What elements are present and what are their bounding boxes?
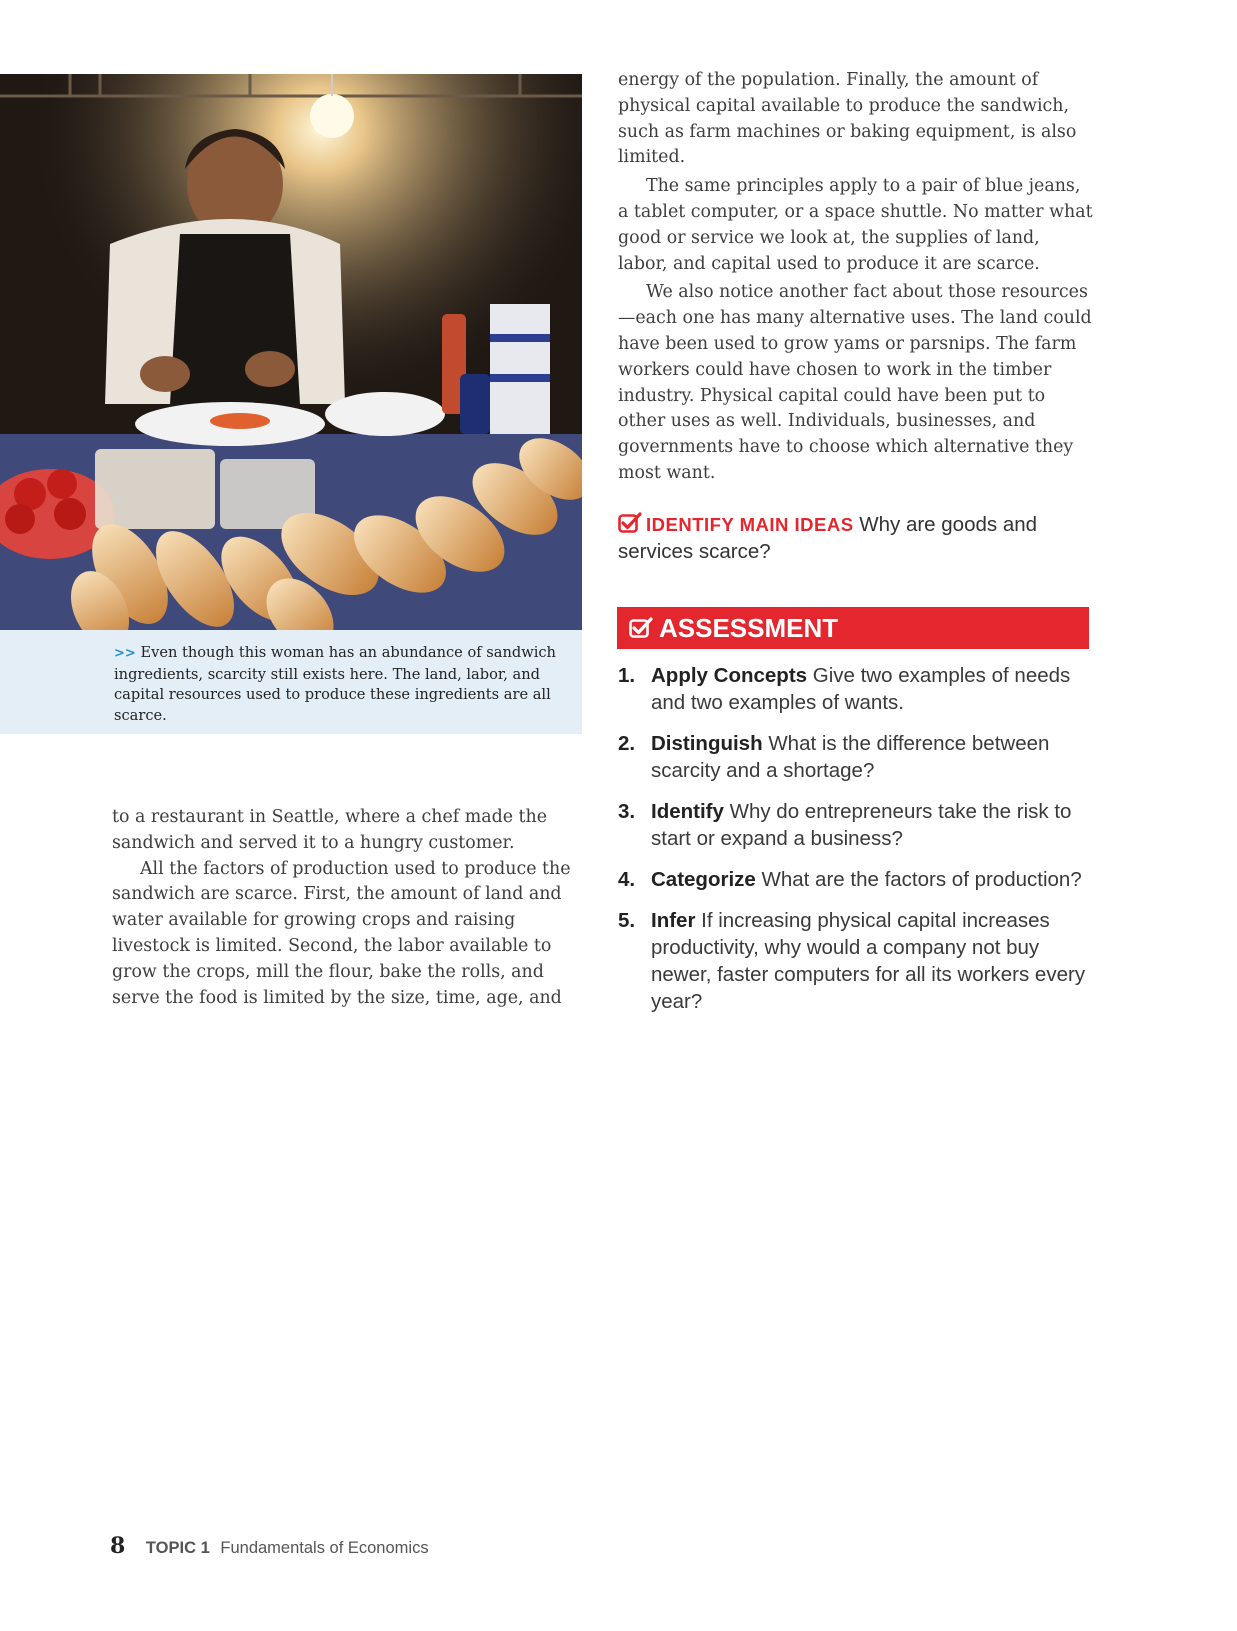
identify-tag: IDENTIFY MAIN IDEAS	[646, 514, 854, 535]
item-key: Categorize	[651, 868, 756, 891]
page-footer: 8 TOPIC 1 Fundamentals of Economics	[110, 1533, 429, 1559]
item-number: 4.	[618, 868, 636, 891]
checkbox-icon	[618, 512, 642, 534]
identify-main-ideas: IDENTIFY MAIN IDEAS Why are goods and se…	[618, 511, 1094, 565]
item-text: What are the factors of production?	[761, 868, 1082, 891]
page-number: 8	[110, 1533, 126, 1559]
left-paragraph-2: All the factors of production used to pr…	[112, 858, 571, 1008]
left-column: to a restaurant in Seattle, where a chef…	[112, 805, 582, 1011]
assessment-item: 4. Categorize What are the factors of pr…	[618, 866, 1094, 893]
caption-marker: >>	[114, 646, 136, 661]
topic-label: TOPIC 1	[145, 1539, 210, 1557]
assessment-item: 5. Infer If increasing physical capital …	[618, 907, 1094, 1015]
left-paragraph-1: to a restaurant in Seattle, where a chef…	[112, 807, 548, 853]
assessment-item: 3. Identify Why do entrepreneurs take th…	[618, 798, 1094, 852]
assessment-list: 1. Apply Concepts Give two examples of n…	[618, 662, 1094, 1029]
assessment-title: ASSESSMENT	[659, 613, 839, 643]
right-paragraph-1: energy of the population. Finally, the a…	[618, 70, 1077, 168]
topic-title: Fundamentals of Economics	[220, 1539, 429, 1557]
right-paragraph-3: We also notice another fact about those …	[618, 282, 1092, 483]
assessment-item: 2. Distinguish What is the difference be…	[618, 730, 1094, 784]
item-key: Distinguish	[651, 732, 763, 755]
assessment-item: 1. Apply Concepts Give two examples of n…	[618, 662, 1094, 716]
photo-caption: >> Even though this woman has an abundan…	[0, 630, 582, 734]
item-key: Apply Concepts	[651, 664, 808, 687]
caption-text: Even though this woman has an abundance …	[114, 644, 556, 724]
street-vendor-photo	[0, 74, 582, 630]
checkbox-icon	[629, 609, 653, 638]
item-number: 1.	[618, 664, 636, 687]
item-number: 5.	[618, 909, 636, 932]
item-text: If increasing physical capital increases…	[651, 909, 1086, 1013]
assessment-header: ASSESSMENT	[617, 607, 1089, 649]
item-number: 3.	[618, 800, 636, 823]
photo-illustration	[0, 74, 582, 630]
right-paragraph-2: The same principles apply to a pair of b…	[618, 176, 1093, 274]
item-key: Identify	[651, 800, 724, 823]
right-column: energy of the population. Finally, the a…	[618, 68, 1094, 487]
item-key: Infer	[651, 909, 696, 932]
item-number: 2.	[618, 732, 636, 755]
